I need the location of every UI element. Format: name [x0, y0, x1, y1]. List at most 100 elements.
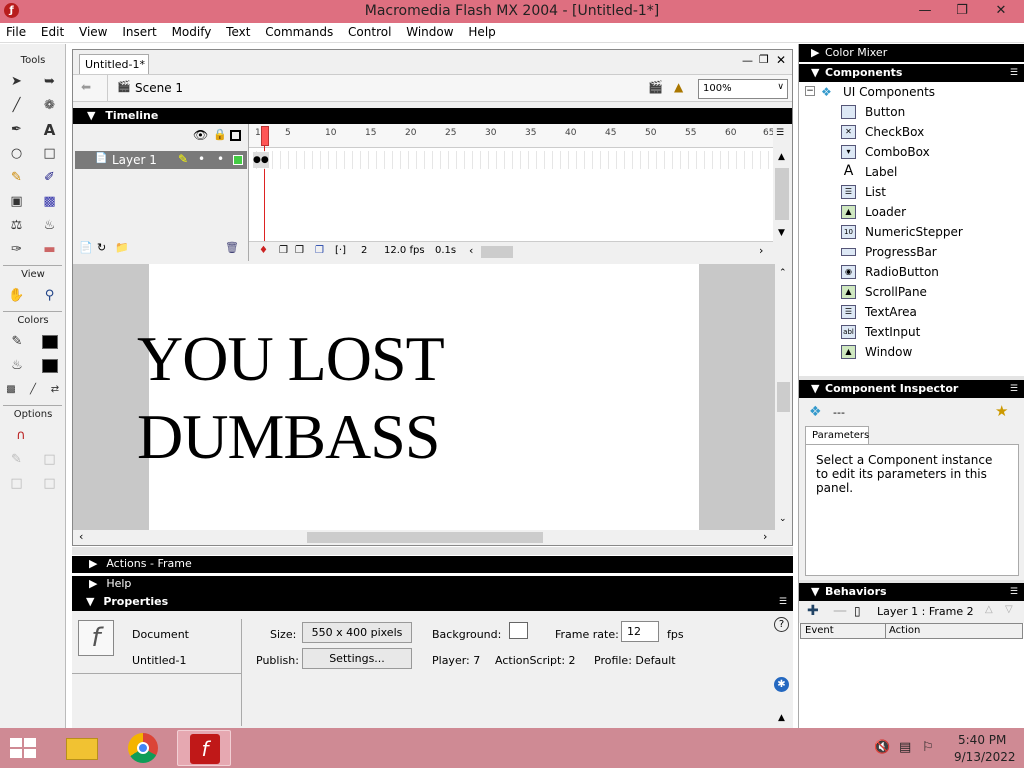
component-button[interactable]: Button [799, 102, 1024, 122]
paint-bucket-tool-icon[interactable]: ♨ [41, 217, 59, 235]
actions-panel-header[interactable]: ▶ Actions - Frame [72, 556, 793, 573]
component-list[interactable]: ☰ List [799, 182, 1024, 202]
lock-icon[interactable]: 🔒 [213, 128, 227, 141]
action-column-header[interactable]: Action [889, 625, 920, 636]
oval-tool-icon[interactable]: ○ [8, 145, 26, 163]
doc-close-icon[interactable]: ✕ [776, 53, 786, 67]
collapse-tree-icon[interactable]: − [805, 86, 815, 96]
stage-vscroll[interactable]: ⌃ ⌄ [775, 264, 792, 530]
pen-tool-icon[interactable]: ✒ [8, 121, 26, 139]
scroll-right-icon[interactable]: › [759, 244, 763, 257]
stage-hscroll-thumb[interactable] [307, 532, 543, 543]
stage[interactable]: YOU LOST DUMBASS [137, 264, 699, 530]
default-colors-icon[interactable]: ▩ [2, 381, 20, 399]
outline-icon[interactable] [230, 130, 241, 141]
component-label[interactable]: A Label [799, 162, 1024, 182]
playhead[interactable] [261, 126, 269, 146]
component-numericstepper[interactable]: 10 NumericStepper [799, 222, 1024, 242]
keyframe-icon[interactable]: ●● [253, 152, 269, 168]
eraser-tool-icon[interactable]: ▬ [41, 241, 59, 259]
component-radiobutton[interactable]: ◉ RadioButton [799, 262, 1024, 282]
clock-time[interactable]: 5:40 PM [958, 733, 1006, 747]
outline-color-swatch[interactable] [233, 155, 243, 165]
frame-ruler[interactable]: 1 5 10 15 20 25 30 35 40 45 50 55 60 65 [249, 124, 774, 148]
swap-colors-icon[interactable]: ⇄ [46, 381, 64, 399]
ink-bottle-tool-icon[interactable]: ⚖ [8, 217, 26, 235]
menu-text[interactable]: Text [220, 23, 255, 39]
component-textinput[interactable]: abl TextInput [799, 322, 1024, 342]
layer-frames[interactable] [249, 151, 773, 169]
menu-control[interactable]: Control [342, 23, 396, 39]
ui-components-folder[interactable]: − ❖ UI Components [799, 82, 1024, 102]
zoom-tool-icon[interactable]: ⚲ [41, 287, 59, 305]
delete-layer-icon[interactable]: 🗑 [225, 241, 239, 254]
network-icon[interactable]: ▤ [899, 740, 911, 755]
help-icon[interactable]: ? [774, 617, 789, 632]
scroll-down-icon[interactable]: ⌄ [779, 514, 787, 524]
close-button[interactable]: ✕ [982, 0, 1020, 22]
add-behavior-icon[interactable]: ✚ [807, 603, 819, 619]
center-frame-icon[interactable]: ♦ [259, 245, 268, 256]
visibility-dot[interactable]: • [198, 152, 205, 166]
minimize-button[interactable]: — [908, 0, 942, 22]
lock-dot[interactable]: • [217, 152, 224, 166]
pencil-tool-icon[interactable]: ✎ [8, 169, 26, 187]
file-explorer-button[interactable] [56, 730, 110, 766]
component-progressbar[interactable]: ProgressBar [799, 242, 1024, 262]
scroll-up-icon[interactable]: ▲ [778, 152, 785, 162]
component-loader[interactable]: ▲ Loader [799, 202, 1024, 222]
fill-transform-tool-icon[interactable]: ▩ [41, 193, 59, 211]
doc-minimize-icon[interactable]: — [742, 54, 753, 67]
rectangle-tool-icon[interactable]: □ [41, 145, 59, 163]
eye-icon[interactable]: 👁 [193, 128, 208, 142]
timeline-scroll-thumb[interactable] [481, 246, 513, 258]
scroll-right-icon[interactable]: › [763, 530, 767, 543]
fill-color-icon[interactable]: ♨ [8, 357, 26, 375]
layer-row[interactable]: 📄 Layer 1 ✎ • • [75, 151, 247, 169]
component-scrollpane[interactable]: ▲ ScrollPane [799, 282, 1024, 302]
menu-help[interactable]: Help [462, 23, 500, 39]
parameters-tab[interactable]: Parameters [805, 426, 869, 445]
menu-lines-icon[interactable]: ☰ [1010, 64, 1018, 82]
snap-magnet-icon[interactable]: ∩ [12, 427, 30, 445]
volume-muted-icon[interactable]: 🔇 [874, 740, 890, 755]
zoom-select[interactable]: 100% ∨ [698, 79, 788, 99]
collapse-up-icon[interactable]: ▲ [778, 713, 785, 723]
panel-splitter[interactable] [72, 547, 793, 555]
subselect-tool-icon[interactable]: ➥ [41, 73, 59, 91]
component-checkbox[interactable]: ✕ CheckBox [799, 122, 1024, 142]
frame-rate-input[interactable]: 12 [621, 621, 659, 642]
menu-file[interactable]: File [0, 23, 31, 39]
component-combobox[interactable]: ▾ ComboBox [799, 142, 1024, 162]
menu-lines-icon[interactable]: ☰ [1010, 380, 1018, 398]
component-inspector-header[interactable]: ▼ Component Inspector ☰ [799, 380, 1024, 398]
settings-button[interactable]: Settings... [302, 648, 412, 669]
scroll-up-icon[interactable]: ⌃ [779, 268, 787, 278]
add-motion-guide-icon[interactable]: ↻ [97, 241, 106, 254]
edit-scene-icon[interactable]: 🎬 [648, 80, 663, 94]
component-textarea[interactable]: ☰ TextArea [799, 302, 1024, 322]
scroll-left-icon[interactable]: ‹ [469, 244, 473, 257]
menu-lines-icon[interactable]: ☰ [1010, 583, 1018, 601]
arrow-tool-icon[interactable]: ➤ [8, 73, 26, 91]
brush-tool-icon[interactable]: ✐ [41, 169, 59, 187]
stage-hscroll[interactable]: ‹ › [73, 530, 792, 545]
edit-symbol-icon[interactable]: ▲ [674, 80, 683, 94]
onion-skin-icon[interactable]: ❐ [279, 245, 288, 256]
free-transform-tool-icon[interactable]: ▣ [8, 193, 26, 211]
line-tool-icon[interactable]: ╱ [8, 97, 26, 115]
help-panel-header[interactable]: ▶ Help [72, 576, 793, 593]
accessibility-icon[interactable]: ✱ [774, 677, 789, 692]
menu-view[interactable]: View [73, 23, 112, 39]
star-icon[interactable]: ★ [995, 402, 1008, 420]
onion-markers-icon[interactable]: [·] [335, 245, 346, 256]
onion-outline-icon[interactable]: ❐ [295, 245, 304, 256]
clock-date[interactable]: 9/13/2022 [954, 750, 1016, 764]
properties-header[interactable]: ▼ Properties ☰ [72, 593, 793, 611]
menu-modify[interactable]: Modify [166, 23, 217, 39]
lasso-tool-icon[interactable]: ❁ [41, 97, 59, 115]
scroll-thumb[interactable] [775, 168, 789, 220]
remove-behavior-icon[interactable]: — [833, 603, 847, 619]
menu-window[interactable]: Window [400, 23, 458, 39]
hand-tool-icon[interactable]: ✋ [8, 287, 26, 305]
